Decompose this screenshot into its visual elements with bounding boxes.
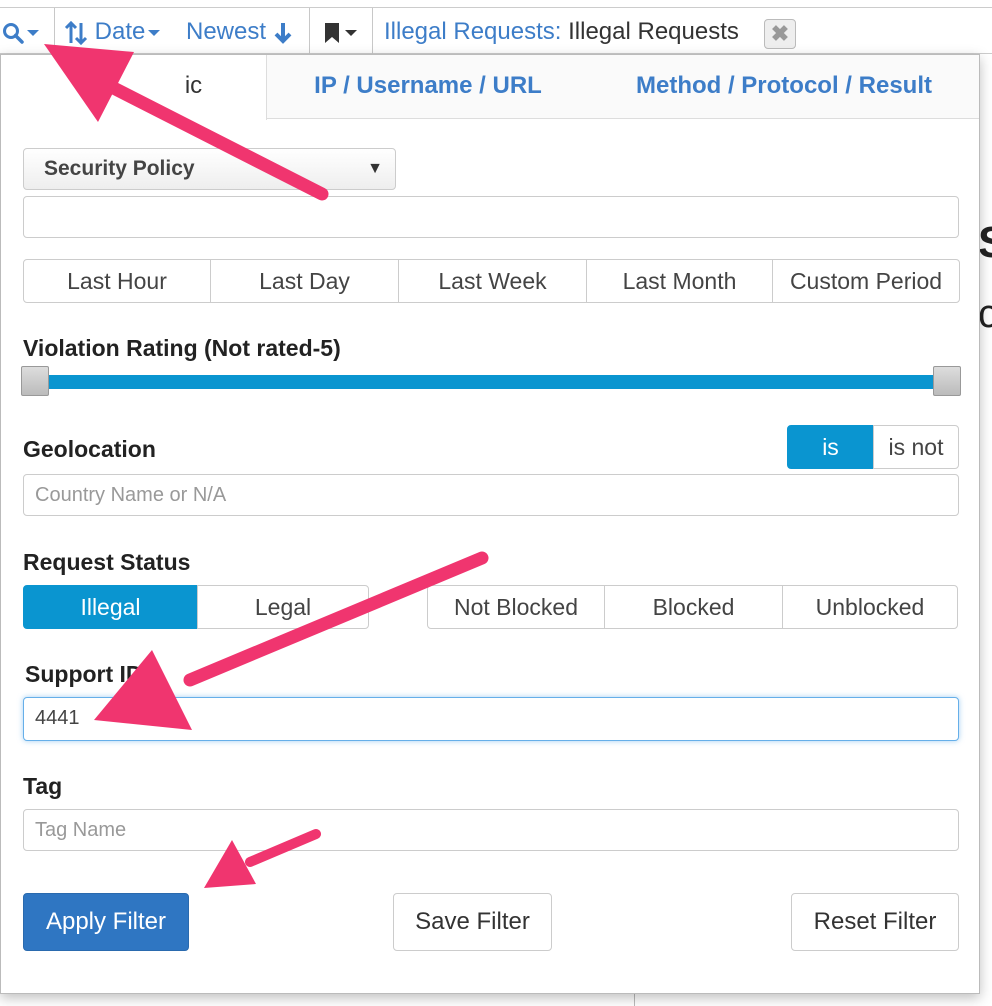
illegal-button[interactable]: Illegal — [23, 585, 198, 629]
sort-by-button[interactable]: Date — [64, 16, 161, 48]
arrow-down-icon — [274, 22, 292, 44]
toolbar-divider — [309, 8, 310, 54]
slider-max-handle[interactable] — [933, 366, 961, 396]
tag-input[interactable]: Tag Name — [23, 809, 959, 851]
filter-chip-key: Illegal Requests: — [384, 18, 562, 45]
custom-period-button[interactable]: Custom Period — [772, 259, 960, 303]
dropdown-arrow-icon: ▼ — [367, 160, 383, 177]
is-button[interactable]: is — [787, 425, 874, 469]
blocked-button[interactable]: Blocked — [604, 585, 783, 629]
close-icon[interactable]: ✖ — [764, 19, 796, 49]
violation-rating-label: Violation Rating (Not rated-5) — [23, 335, 341, 361]
block-status-group: Not Blocked Blocked Unblocked — [427, 585, 958, 629]
slider-min-handle[interactable] — [21, 366, 49, 396]
time-range-group: Last Hour Last Day Last Week Last Month … — [23, 259, 960, 303]
search-icon — [3, 22, 24, 44]
last-month-button[interactable]: Last Month — [586, 259, 773, 303]
chevron-down-icon — [345, 29, 357, 36]
background-text-fragment: c — [978, 292, 992, 336]
filter-toolbar: Date Newest Illegal Requests: Illegal Re… — [0, 8, 992, 54]
last-week-button[interactable]: Last Week — [398, 259, 587, 303]
support-id-label: Support ID — [25, 661, 143, 687]
tab-label: ic — [184, 72, 203, 99]
active-filter-chip[interactable]: Illegal Requests: Illegal Requests — [384, 16, 739, 48]
request-status-label: Request Status — [23, 549, 191, 575]
chevron-down-icon — [148, 29, 161, 36]
bookmark-icon — [325, 22, 339, 43]
sort-by-label: Date — [94, 18, 146, 45]
tab-ip-username-url[interactable]: IP / Username / URL — [267, 55, 589, 119]
sort-icon — [64, 20, 88, 45]
last-hour-button[interactable]: Last Hour — [23, 259, 211, 303]
is-not-button[interactable]: is not — [873, 425, 959, 469]
save-filter-button[interactable]: Save Filter — [393, 893, 552, 951]
violation-rating-slider[interactable] — [23, 375, 959, 389]
reset-filter-button[interactable]: Reset Filter — [791, 893, 959, 951]
support-id-input[interactable]: 4441 — [23, 697, 959, 741]
security-policy-selected: Security Policy — [44, 157, 195, 180]
geolocation-input[interactable]: Country Name or N/A — [23, 474, 959, 516]
toolbar-divider — [372, 8, 373, 54]
security-policy-value-field[interactable] — [23, 196, 959, 238]
geolocation-operator-group: is is not — [787, 425, 959, 469]
last-day-button[interactable]: Last Day — [210, 259, 399, 303]
toolbar-divider — [54, 8, 55, 54]
sort-order-label: Newest — [186, 18, 267, 45]
filter-chip-value: Illegal Requests — [568, 18, 739, 45]
filter-tabs: ic IP / Username / URL Method / Protocol… — [1, 55, 979, 120]
sort-order-button[interactable]: Newest — [186, 16, 293, 48]
filter-panel: ic IP / Username / URL Method / Protocol… — [0, 54, 980, 994]
security-policy-select[interactable]: Security Policy ▼ — [23, 148, 396, 190]
apply-filter-button[interactable]: Apply Filter — [23, 893, 189, 951]
legal-button[interactable]: Legal — [197, 585, 369, 629]
request-type-group: Illegal Legal — [23, 585, 369, 629]
geolocation-label: Geolocation — [23, 436, 156, 462]
background-heading-fragment: S — [978, 218, 992, 268]
not-blocked-button[interactable]: Not Blocked — [427, 585, 605, 629]
unblocked-button[interactable]: Unblocked — [782, 585, 958, 629]
chevron-down-icon — [27, 29, 39, 36]
tag-label: Tag — [23, 773, 63, 799]
search-menu-button[interactable] — [2, 16, 39, 48]
saved-filters-button[interactable] — [322, 16, 357, 48]
tab-basic[interactable]: ic — [1, 55, 267, 120]
tab-method-protocol-result[interactable]: Method / Protocol / Result — [589, 55, 979, 119]
